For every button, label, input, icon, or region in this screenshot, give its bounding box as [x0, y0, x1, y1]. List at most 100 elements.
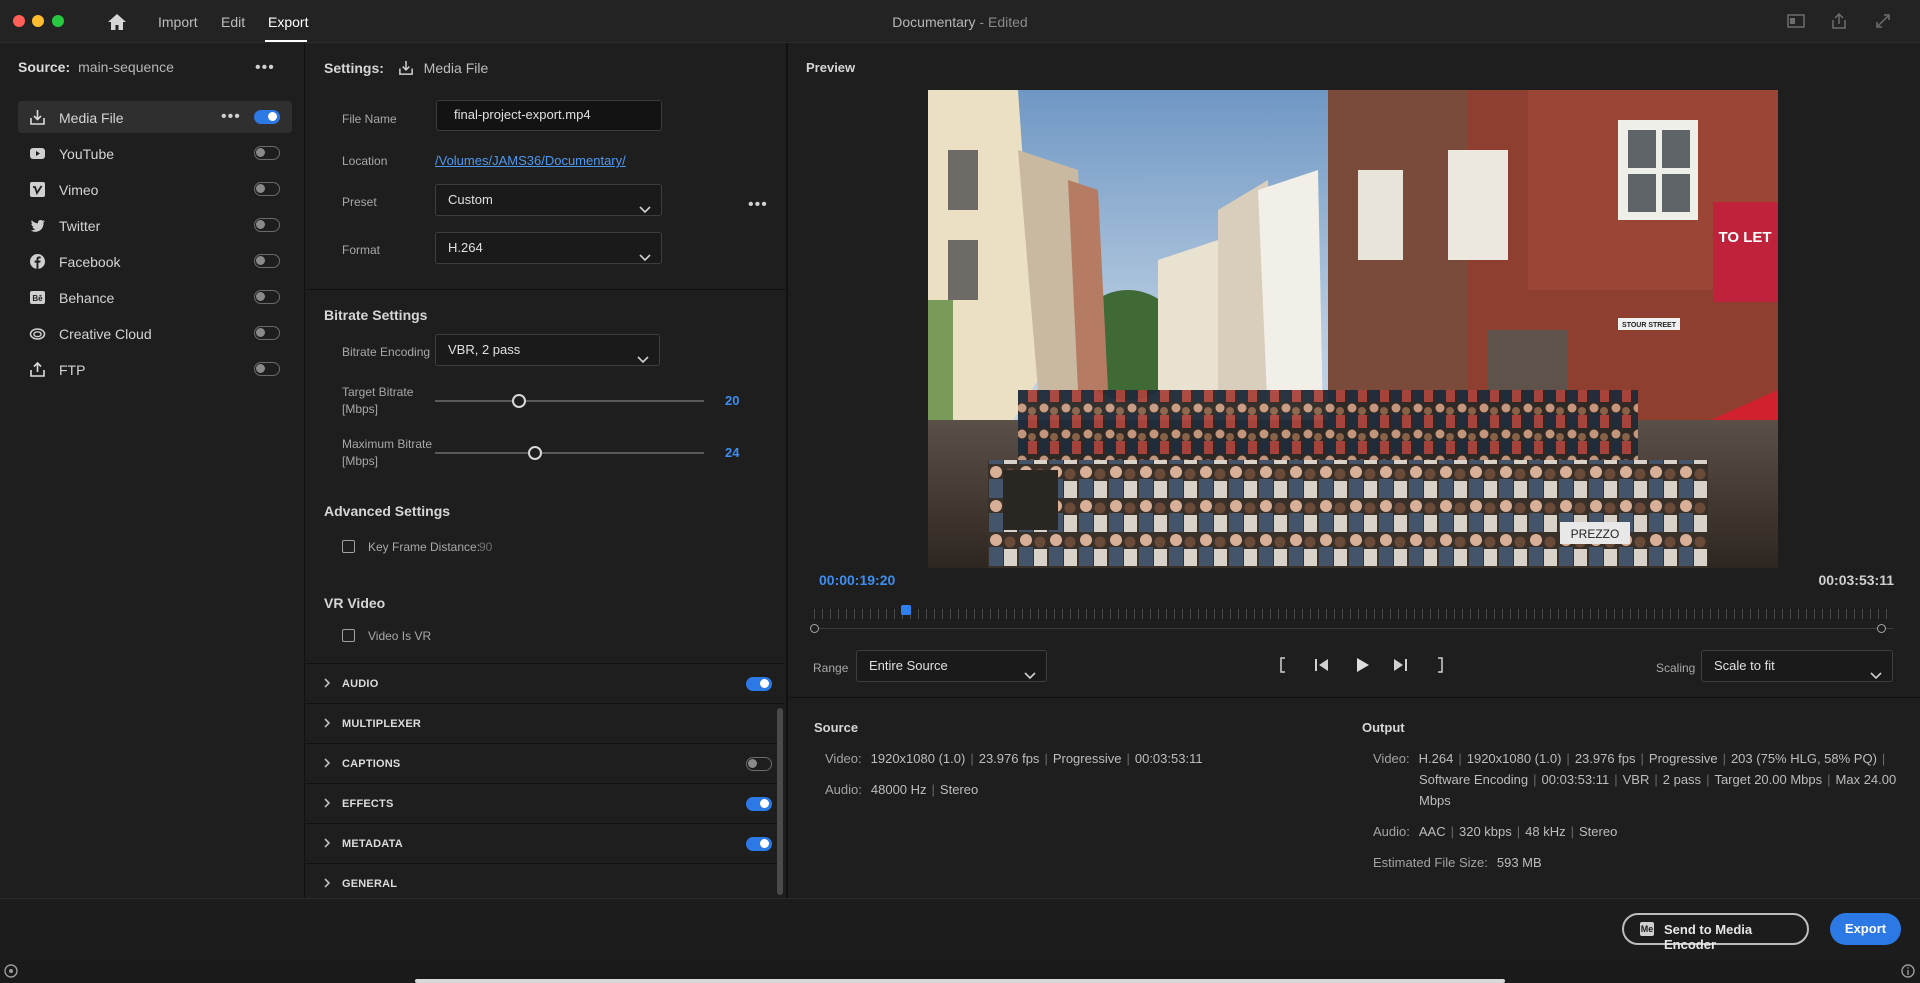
source-label: Source:: [18, 59, 71, 75]
maximum-bitrate-slider-thumb[interactable]: [528, 446, 542, 460]
destination-label: FTP: [59, 362, 86, 378]
format-value: H.264: [448, 240, 483, 255]
captions-toggle[interactable]: [746, 757, 772, 771]
destination-label: YouTube: [59, 146, 115, 162]
file-name-input[interactable]: final-project-export.mp4: [436, 100, 662, 131]
behance-icon: Bē: [29, 289, 46, 306]
creative-cloud-toggle[interactable]: [254, 326, 280, 340]
info-icon[interactable]: [1900, 963, 1916, 982]
twitter-toggle[interactable]: [254, 218, 280, 232]
destination-vimeo[interactable]: Vimeo: [18, 173, 292, 205]
nav-export[interactable]: Export: [268, 14, 308, 30]
location-link[interactable]: /Volumes/JAMS36/Documentary/: [435, 153, 626, 168]
destination-label: Facebook: [59, 254, 121, 270]
step-back-icon[interactable]: [1312, 655, 1332, 675]
destination-label: Creative Cloud: [59, 326, 152, 342]
ftp-toggle[interactable]: [254, 362, 280, 376]
maximum-bitrate-value[interactable]: 24: [725, 445, 739, 460]
accordion-multiplexer[interactable]: MULTIPLEXER: [306, 703, 784, 743]
accordion-metadata[interactable]: METADATA: [306, 823, 784, 863]
audio-toggle[interactable]: [746, 677, 772, 691]
active-nav-indicator: [265, 40, 307, 42]
maximize-window-button[interactable]: [52, 15, 64, 27]
format-dropdown[interactable]: H.264: [435, 232, 662, 264]
export-button[interactable]: Export: [1830, 913, 1901, 945]
facebook-toggle[interactable]: [254, 254, 280, 268]
status-bar: [0, 960, 1920, 983]
close-window-button[interactable]: [13, 15, 25, 27]
destination-youtube[interactable]: YouTube: [18, 137, 292, 169]
destination-label: Media File: [59, 110, 124, 126]
estimated-file-size: Estimated File Size: 593 MB: [1373, 855, 1542, 870]
preset-more-options-icon[interactable]: •••: [748, 197, 768, 213]
vimeo-icon: [29, 181, 46, 198]
quick-export-icon[interactable]: [1786, 12, 1806, 30]
effects-toggle[interactable]: [746, 797, 772, 811]
accordion-general[interactable]: GENERAL: [306, 863, 784, 898]
home-icon[interactable]: [106, 12, 128, 32]
timeline-range-bar[interactable]: [814, 628, 1894, 629]
youtube-toggle[interactable]: [254, 146, 280, 160]
media-file-toggle[interactable]: [254, 110, 280, 124]
target-bitrate-value[interactable]: 20: [725, 393, 739, 408]
behance-toggle[interactable]: [254, 290, 280, 304]
maximum-bitrate-track[interactable]: [435, 452, 704, 454]
minimize-window-button[interactable]: [32, 15, 44, 27]
advanced-settings-title: Advanced Settings: [324, 503, 451, 519]
destination-twitter[interactable]: Twitter: [18, 209, 292, 241]
accordion-audio[interactable]: AUDIO: [306, 663, 784, 703]
nav-import[interactable]: Import: [158, 14, 198, 30]
vimeo-toggle[interactable]: [254, 182, 280, 196]
destination-ftp[interactable]: FTP: [18, 353, 292, 385]
settings-scrollbar[interactable]: [777, 708, 783, 895]
play-icon[interactable]: [1352, 655, 1372, 675]
youtube-icon: [29, 145, 46, 162]
accordion-captions[interactable]: CAPTIONS: [306, 743, 784, 783]
horizontal-scrollbar[interactable]: [415, 979, 1505, 983]
scaling-value: Scale to fit: [1714, 658, 1775, 673]
format-label: Format: [342, 243, 381, 257]
fullscreen-icon[interactable]: [1873, 12, 1893, 30]
set-in-point-icon[interactable]: [1273, 655, 1293, 675]
video-is-vr-checkbox[interactable]: [342, 629, 355, 642]
bitrate-encoding-label: Bitrate Encoding: [342, 345, 431, 359]
range-dropdown[interactable]: Entire Source: [856, 650, 1047, 682]
target-bitrate-slider-thumb[interactable]: [512, 394, 526, 408]
set-out-point-icon[interactable]: [1430, 655, 1450, 675]
key-frame-distance-value[interactable]: 90: [479, 540, 492, 554]
destination-creative-cloud[interactable]: Creative Cloud: [18, 317, 292, 349]
source-audio-summary: Audio: 48000 Hz | Stereo: [825, 782, 979, 797]
out-point-handle[interactable]: [1877, 624, 1886, 633]
media-file-more-icon[interactable]: •••: [221, 109, 241, 125]
nav-edit[interactable]: Edit: [221, 14, 245, 30]
target-bitrate-track[interactable]: [435, 400, 704, 402]
preset-dropdown[interactable]: Custom: [435, 184, 662, 216]
street-sign: STOUR STREET: [1622, 322, 1677, 329]
source-selector[interactable]: Source: main-sequence: [18, 59, 174, 75]
accordion-effects[interactable]: EFFECTS: [306, 783, 784, 823]
scaling-dropdown[interactable]: Scale to fit: [1701, 650, 1893, 682]
key-frame-distance-checkbox[interactable]: [342, 540, 355, 553]
share-icon[interactable]: [1829, 12, 1849, 30]
output-video-summary-end: Mbps: [1419, 793, 1451, 808]
bitrate-encoding-dropdown[interactable]: VBR, 2 pass: [435, 334, 660, 366]
current-timecode[interactable]: 00:00:19:20: [819, 572, 895, 588]
destination-behance[interactable]: Bē Behance: [18, 281, 292, 313]
step-forward-icon[interactable]: [1390, 655, 1410, 675]
output-video-summary: Video: H.264 | 1920x1080 (1.0) | 23.976 fps | P…: [1373, 751, 1886, 766]
destination-label: Vimeo: [59, 182, 99, 198]
chevron-down-icon: [637, 345, 649, 364]
source-more-options-icon[interactable]: •••: [255, 60, 275, 76]
range-value: Entire Source: [869, 658, 948, 673]
send-to-media-encoder-button[interactable]: Me Send to Media Encoder: [1622, 913, 1809, 952]
destination-label: Behance: [59, 290, 115, 306]
in-point-handle[interactable]: [810, 624, 819, 633]
destination-facebook[interactable]: Facebook: [18, 245, 292, 277]
status-indicator-icon[interactable]: [3, 963, 19, 982]
destination-media-file[interactable]: Media File •••: [18, 101, 292, 133]
playhead-marker[interactable]: [901, 605, 911, 615]
destinations-panel: Source: main-sequence ••• Media File ••• …: [0, 43, 305, 898]
video-preview: TO LET STOUR STREET PREZZO: [928, 90, 1778, 568]
metadata-toggle[interactable]: [746, 837, 772, 851]
timeline-scrubber[interactable]: [810, 601, 1894, 641]
